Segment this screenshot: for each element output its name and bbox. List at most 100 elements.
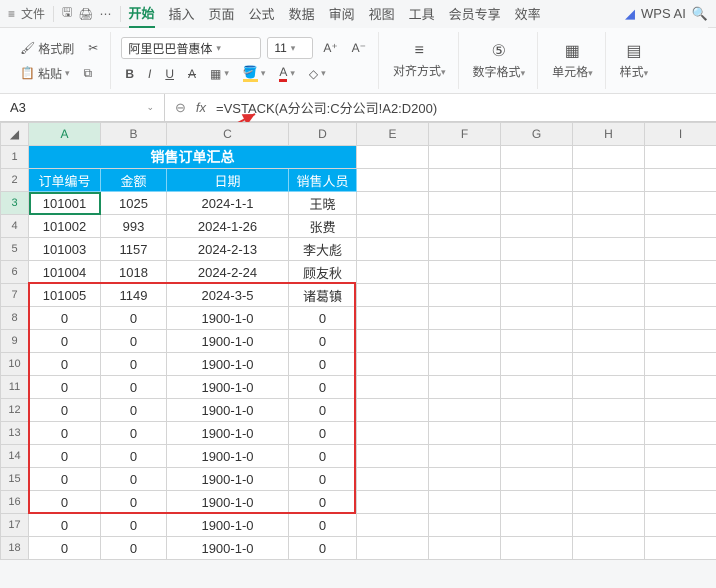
col-header-F[interactable]: F <box>429 123 501 146</box>
cell[interactable] <box>645 192 716 215</box>
cell[interactable] <box>501 537 573 560</box>
cell[interactable]: 2024-1-1 <box>167 192 289 215</box>
row-header[interactable]: 8 <box>1 307 29 330</box>
col-header-I[interactable]: I <box>645 123 716 146</box>
cell[interactable]: 0 <box>289 307 357 330</box>
cell[interactable]: 0 <box>289 445 357 468</box>
cell[interactable] <box>645 215 716 238</box>
row-header[interactable]: 3 <box>1 192 29 215</box>
fill-color-button[interactable]: 🪣▾ <box>239 63 269 84</box>
print-icon[interactable]: 🖨 <box>78 7 93 21</box>
cell[interactable] <box>573 238 645 261</box>
cell[interactable] <box>645 468 716 491</box>
tab-start[interactable]: 开始 <box>129 0 155 28</box>
cell[interactable]: 0 <box>29 376 101 399</box>
cell[interactable] <box>645 537 716 560</box>
cell[interactable] <box>501 330 573 353</box>
cell[interactable] <box>501 215 573 238</box>
row-header[interactable]: 10 <box>1 353 29 376</box>
cell[interactable] <box>357 215 429 238</box>
cell[interactable] <box>357 376 429 399</box>
cell[interactable]: 1900-1-0 <box>167 353 289 376</box>
cell[interactable] <box>501 491 573 514</box>
cell[interactable] <box>573 353 645 376</box>
cell[interactable]: 2024-1-26 <box>167 215 289 238</box>
cell[interactable] <box>573 307 645 330</box>
cell[interactable]: 0 <box>289 491 357 514</box>
cell[interactable]: 101001 <box>29 192 101 215</box>
cell[interactable] <box>357 353 429 376</box>
tab-review[interactable]: 审阅 <box>329 0 355 27</box>
search-icon[interactable]: 🔍 <box>692 2 708 26</box>
cell[interactable] <box>645 353 716 376</box>
cell[interactable] <box>429 238 501 261</box>
cell[interactable]: 0 <box>29 491 101 514</box>
tab-tools[interactable]: 工具 <box>409 0 435 27</box>
cell[interactable] <box>501 307 573 330</box>
cell[interactable]: 0 <box>289 537 357 560</box>
bold-button[interactable]: B <box>121 65 138 83</box>
cell[interactable] <box>501 468 573 491</box>
cell[interactable]: 1157 <box>101 238 167 261</box>
cell[interactable]: 0 <box>29 514 101 537</box>
cell[interactable]: 0 <box>101 537 167 560</box>
font-family-select[interactable]: 阿里巴巴普惠体 ▾ <box>121 37 261 59</box>
row-header[interactable]: 7 <box>1 284 29 307</box>
cell[interactable] <box>501 238 573 261</box>
cell[interactable]: 1900-1-0 <box>167 537 289 560</box>
style-button[interactable]: ▤ 样式▾ <box>616 41 653 80</box>
cell[interactable]: 0 <box>29 468 101 491</box>
tab-page[interactable]: 页面 <box>209 0 235 27</box>
increase-font-button[interactable]: A⁺ <box>319 39 341 57</box>
cell[interactable]: 1900-1-0 <box>167 445 289 468</box>
cell[interactable] <box>645 261 716 284</box>
cell[interactable] <box>357 491 429 514</box>
cell[interactable] <box>573 215 645 238</box>
row-header[interactable]: 15 <box>1 468 29 491</box>
cell[interactable] <box>429 422 501 445</box>
cell[interactable]: 0 <box>289 353 357 376</box>
cell[interactable] <box>573 422 645 445</box>
row-header[interactable]: 16 <box>1 491 29 514</box>
cell[interactable]: 0 <box>101 376 167 399</box>
cell[interactable] <box>573 376 645 399</box>
cell[interactable] <box>573 284 645 307</box>
cell[interactable] <box>501 192 573 215</box>
tab-data[interactable]: 数据 <box>289 0 315 27</box>
cell[interactable]: 1025 <box>101 192 167 215</box>
table-header-cell[interactable]: 日期 <box>167 169 289 192</box>
cell[interactable]: 1900-1-0 <box>167 468 289 491</box>
row-header[interactable]: 5 <box>1 238 29 261</box>
cell[interactable]: 0 <box>29 330 101 353</box>
cell[interactable] <box>429 261 501 284</box>
cell[interactable]: 0 <box>29 307 101 330</box>
cell[interactable]: 101005 <box>29 284 101 307</box>
cell-button[interactable]: ▦ 单元格▾ <box>548 41 597 80</box>
cell[interactable] <box>645 445 716 468</box>
row-header[interactable]: 12 <box>1 399 29 422</box>
cell[interactable] <box>645 284 716 307</box>
cell[interactable]: 1900-1-0 <box>167 422 289 445</box>
cell[interactable]: 李大彪 <box>289 238 357 261</box>
copy-button[interactable]: ⧉ <box>80 64 97 83</box>
save-icon[interactable]: 🖫 <box>62 3 72 24</box>
cell[interactable] <box>357 422 429 445</box>
cell[interactable]: 2024-2-24 <box>167 261 289 284</box>
row-header[interactable]: 11 <box>1 376 29 399</box>
hamburger-icon[interactable]: ≡ <box>8 7 15 21</box>
cell[interactable]: 1900-1-0 <box>167 307 289 330</box>
cell[interactable] <box>501 353 573 376</box>
row-header[interactable]: 9 <box>1 330 29 353</box>
row-header[interactable]: 6 <box>1 261 29 284</box>
cell[interactable] <box>501 399 573 422</box>
row-header[interactable]: 2 <box>1 169 29 192</box>
cell[interactable]: 0 <box>289 376 357 399</box>
cell[interactable] <box>501 284 573 307</box>
cell[interactable]: 1900-1-0 <box>167 376 289 399</box>
strike-button[interactable]: A <box>184 65 200 83</box>
cell[interactable] <box>357 238 429 261</box>
cell[interactable] <box>501 261 573 284</box>
cell[interactable]: 0 <box>289 399 357 422</box>
cell[interactable] <box>429 376 501 399</box>
cell[interactable]: 张费 <box>289 215 357 238</box>
